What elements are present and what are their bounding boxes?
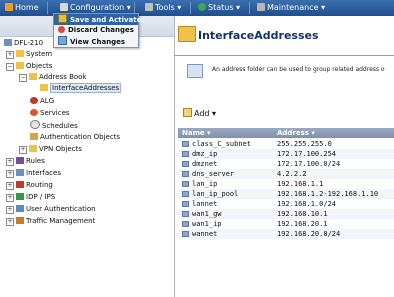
menu-separator: [190, 2, 191, 14]
address-icon: [182, 191, 189, 197]
expand-icon[interactable]: +: [19, 146, 27, 154]
save-icon: [58, 14, 67, 23]
tree-item-rules[interactable]: + Rules: [6, 156, 45, 166]
expand-icon[interactable]: +: [6, 170, 14, 178]
configuration-dropdown: Save and Activate Discard Changes View C…: [53, 13, 141, 48]
table-row[interactable]: wan1_gw 192.168.10.1: [178, 209, 394, 219]
folder-icon: [29, 73, 37, 80]
address-icon: [182, 181, 189, 187]
services-icon: [30, 109, 38, 116]
expand-icon[interactable]: +: [6, 194, 14, 202]
discard-changes-item[interactable]: Discard Changes: [54, 25, 138, 36]
view-icon: [58, 36, 67, 45]
clock-icon: [30, 120, 40, 129]
address-icon: [182, 221, 189, 227]
discard-icon: [58, 26, 65, 33]
table-header: Name ▾ Address ▾: [178, 128, 394, 138]
menu-tools[interactable]: Tools ▾: [143, 0, 181, 16]
address-folder-icon: [187, 64, 203, 78]
add-icon: [183, 108, 192, 117]
tree-item-system[interactable]: + System: [6, 49, 52, 59]
collapse-icon[interactable]: −: [19, 74, 27, 82]
rules-icon: [16, 157, 24, 164]
expand-icon[interactable]: +: [6, 206, 14, 214]
folder-icon: [29, 145, 37, 152]
folder-icon: [16, 62, 24, 69]
menu-separator: [47, 2, 48, 14]
key-icon: [30, 133, 38, 140]
maintenance-icon: [257, 3, 265, 11]
table-row[interactable]: lan_ip 192.168.1.1: [178, 179, 394, 189]
alg-icon: [30, 97, 38, 104]
device-icon: [4, 39, 12, 46]
folder-icon: [16, 50, 24, 57]
title-divider: [175, 55, 394, 56]
interfaces-icon: [16, 169, 24, 176]
configuration-icon: [60, 3, 68, 11]
table-row[interactable]: lan_ip_pool 192.168.1.2-192.168.1.10: [178, 189, 394, 199]
tree-item-idp-ips[interactable]: + IDP / IPS: [6, 192, 55, 202]
menu-status[interactable]: Status ▾: [196, 0, 240, 16]
tree-item-routing[interactable]: + Routing: [6, 180, 53, 190]
traffic-icon: [16, 217, 24, 224]
column-header-address[interactable]: Address ▾: [277, 128, 315, 138]
routing-icon: [16, 181, 24, 188]
tree-item-services[interactable]: Services: [30, 108, 70, 118]
tree-item-schedules[interactable]: Schedules: [30, 120, 78, 130]
collapse-icon[interactable]: −: [6, 63, 14, 71]
view-changes-item[interactable]: View Changes: [54, 36, 138, 47]
expand-icon[interactable]: +: [6, 182, 14, 190]
tree-item-vpn-objects[interactable]: + VPN Objects: [19, 144, 82, 154]
folder-icon: [178, 26, 196, 42]
tree-item-authentication-objects[interactable]: Authentication Objects: [30, 132, 120, 142]
save-and-activate-item[interactable]: Save and Activate: [54, 14, 141, 25]
tree-item-traffic-management[interactable]: + Traffic Management: [6, 216, 95, 226]
tree-item-alg[interactable]: ALG: [30, 96, 54, 106]
table-row[interactable]: dmz_ip 172.17.100.254: [178, 149, 394, 159]
tree-item-user-authentication[interactable]: + User Authentication: [6, 204, 96, 214]
table-row[interactable]: lannet 192.168.1.0/24: [178, 199, 394, 209]
menu-home[interactable]: Home: [3, 0, 39, 16]
table-row[interactable]: dmznet 172.17.100.0/24: [178, 159, 394, 169]
page-description: An address folder can be used to group r…: [212, 66, 385, 73]
address-icon: [182, 161, 189, 167]
address-icon: [182, 211, 189, 217]
address-icon: [182, 201, 189, 207]
home-icon: [5, 3, 13, 11]
expand-icon[interactable]: +: [6, 51, 14, 59]
table-row[interactable]: class_C_subnet 255.255.255.0: [178, 139, 394, 149]
table-row[interactable]: wan1_ip 192.168.20.1: [178, 219, 394, 229]
status-icon: [198, 3, 206, 11]
column-header-name[interactable]: Name ▾: [182, 128, 211, 138]
address-icon: [182, 151, 189, 157]
address-icon: [182, 171, 189, 177]
expand-icon[interactable]: +: [6, 158, 14, 166]
address-icon: [182, 231, 189, 237]
expand-icon[interactable]: +: [6, 218, 14, 226]
menu-separator: [249, 2, 250, 14]
idp-icon: [16, 193, 24, 200]
user-icon: [16, 205, 24, 212]
page-title: InterfaceAddresses: [198, 29, 319, 42]
table-row[interactable]: wannet 192.168.20.0/24: [178, 229, 394, 239]
tree-item-interface-addresses[interactable]: InterfaceAddresses: [40, 83, 122, 93]
main-panel: InterfaceAddresses An address folder can…: [175, 16, 394, 297]
add-button[interactable]: Add ▾: [183, 108, 216, 118]
tree-item-objects[interactable]: − Objects: [6, 61, 52, 71]
menu-maintenance[interactable]: Maintenance ▾: [255, 0, 325, 16]
table-row[interactable]: dns_server 4.2.2.2: [178, 169, 394, 179]
folder-icon: [40, 84, 48, 91]
navigation-tree-panel: DFL-210 + System − Objects − Address Book I…: [0, 16, 175, 297]
tree-item-address-book[interactable]: − Address Book: [19, 72, 87, 82]
tree-root[interactable]: DFL-210: [4, 38, 43, 48]
tools-icon: [145, 3, 153, 11]
tree-item-interfaces[interactable]: + Interfaces: [6, 168, 61, 178]
address-icon: [182, 141, 189, 147]
